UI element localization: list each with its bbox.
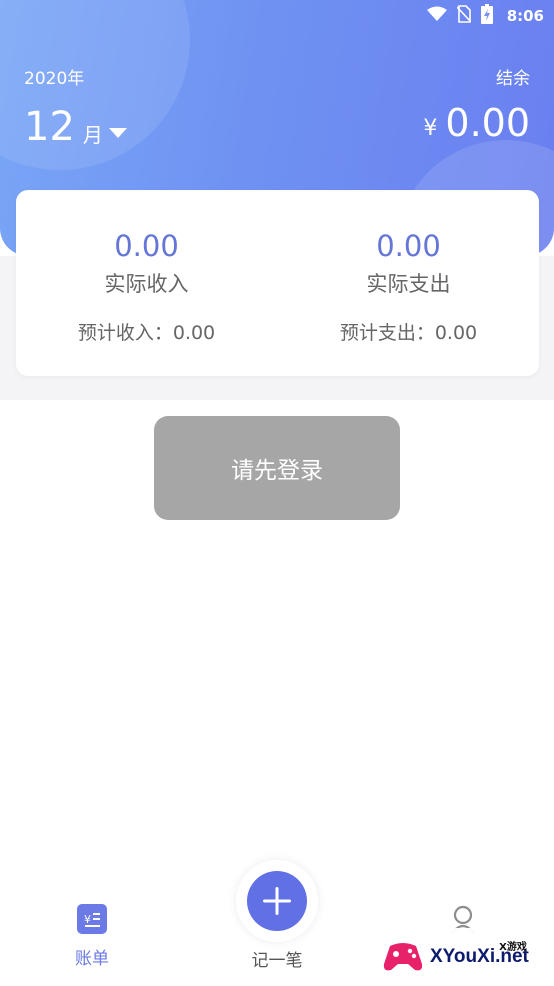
nav-item-add-record[interactable]: 记一笔 [233, 860, 321, 971]
watermark-text: X游戏 XYouXi.net [430, 942, 529, 968]
login-button[interactable]: 请先登录 [154, 416, 400, 520]
currency-symbol: ¥ [423, 116, 438, 141]
add-button[interactable] [247, 871, 307, 931]
income-column: 0.00 实际收入 预计收入：0.00 [16, 190, 277, 346]
status-bar: 8:06 [426, 4, 544, 28]
summary-card: 0.00 实际收入 预计收入：0.00 0.00 实际支出 预计支出：0.00 [16, 190, 539, 376]
nav-label-bill: 账单 [75, 949, 109, 969]
add-button-ring [236, 860, 318, 942]
month-picker[interactable]: 12 月 [24, 104, 127, 150]
expense-column: 0.00 实际支出 预计支出：0.00 [278, 190, 539, 346]
plus-icon [263, 887, 291, 915]
month-number: 12 [24, 104, 75, 150]
battery-charging-icon [480, 4, 493, 28]
watermark: X游戏 XYouXi.net [380, 928, 554, 986]
nav-label-add: 记一笔 [251, 951, 303, 971]
income-estimate: 预计收入：0.00 [77, 322, 216, 344]
expense-estimate: 预计支出：0.00 [339, 322, 478, 344]
income-amount: 0.00 [114, 229, 179, 263]
income-label: 实际收入 [104, 272, 189, 296]
gamepad-logo-icon [383, 943, 423, 971]
month-unit: 月 [82, 123, 103, 147]
expense-label: 实际支出 [366, 272, 451, 296]
no-sim-icon [456, 5, 472, 27]
svg-text:¥: ¥ [84, 913, 91, 926]
status-time: 8:06 [506, 7, 544, 25]
balance-label: 结余 [496, 69, 530, 89]
wifi-icon [426, 6, 447, 26]
watermark-small-text: X游戏 [499, 942, 527, 953]
bill-icon: ¥ [77, 904, 107, 934]
nav-item-bill[interactable]: ¥ 账单 [46, 904, 138, 969]
year-label: 2020年 [24, 69, 85, 89]
caret-down-icon [108, 128, 127, 138]
expense-amount: 0.00 [376, 229, 441, 263]
balance-amount: ¥ 0.00 [423, 100, 530, 146]
balance-value: 0.00 [445, 101, 530, 145]
